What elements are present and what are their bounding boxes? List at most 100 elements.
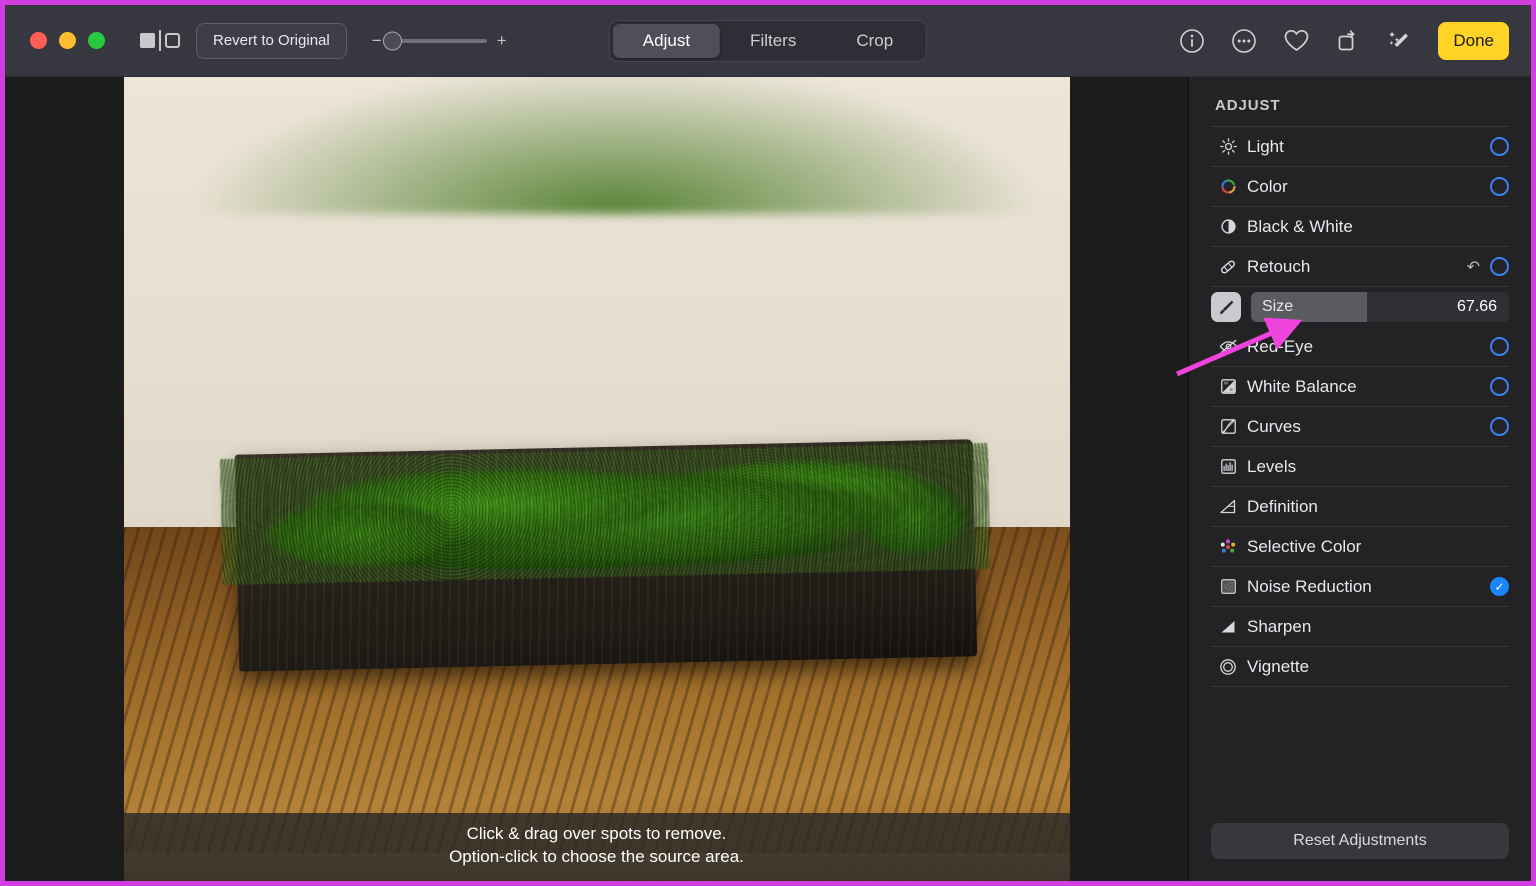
adjustment-row-curves[interactable]: › Curves (1211, 407, 1509, 447)
toggle-white-balance[interactable] (1490, 377, 1509, 396)
sun-icon (1215, 138, 1241, 155)
adjustment-row-definition[interactable]: › Definition (1211, 487, 1509, 527)
adjustment-label: Definition (1247, 496, 1318, 516)
toggle-red-eye[interactable] (1490, 337, 1509, 356)
adjustment-label: Selective Color (1247, 536, 1362, 556)
adjustment-row-red-eye[interactable]: › Red-Eye (1211, 327, 1509, 367)
tab-filters[interactable]: Filters (720, 24, 826, 58)
adjustment-label: Red-Eye (1247, 336, 1314, 356)
toolbar: Revert to Original − + Adjust Filters Cr… (5, 5, 1531, 77)
instruction-line-1: Click & drag over spots to remove. (466, 824, 727, 844)
toggle-noise-reduction[interactable]: ✓ (1490, 577, 1509, 596)
eye-slash-icon (1215, 339, 1241, 354)
favorite-heart-icon[interactable] (1282, 27, 1310, 55)
bandage-icon (1215, 258, 1241, 276)
zoom-track[interactable] (382, 31, 487, 50)
done-label: Done (1453, 30, 1494, 50)
adjustment-label: Noise Reduction (1247, 576, 1372, 596)
photo-image[interactable] (123, 77, 1070, 881)
adjustment-row-vignette[interactable]: › Vignette (1211, 647, 1509, 687)
compare-filled-square (140, 33, 155, 48)
toggle-color[interactable] (1490, 177, 1509, 196)
rotate-icon[interactable] (1334, 27, 1362, 55)
zoom-window-button[interactable] (88, 32, 105, 49)
panel-title: ADJUST (1215, 97, 1281, 114)
sharpen-icon (1215, 618, 1241, 635)
toggle-retouch[interactable] (1490, 257, 1509, 276)
noise-reduction-icon (1215, 578, 1241, 595)
split-compare-icon[interactable] (138, 26, 182, 56)
color-wheel-icon (1215, 178, 1241, 195)
tab-crop-label: Crop (856, 30, 894, 50)
toolbar-actions: Done (1178, 21, 1509, 60)
definition-icon (1215, 498, 1241, 515)
retouch-instructions: Click & drag over spots to remove. Optio… (123, 813, 1070, 881)
photo-frame[interactable]: Click & drag over spots to remove. Optio… (123, 77, 1070, 881)
photo-planter-box (220, 439, 991, 672)
reset-adjustments-button[interactable]: Reset Adjustments (1211, 823, 1509, 859)
photos-editor-window: Revert to Original − + Adjust Filters Cr… (5, 5, 1531, 881)
revert-label: Revert to Original (213, 32, 330, 49)
adjustment-row-sharpen[interactable]: › Sharpen (1211, 607, 1509, 647)
adjustment-label: Sharpen (1247, 616, 1312, 636)
zoom-out-icon[interactable]: − (371, 32, 383, 49)
adjustment-label: Retouch (1247, 256, 1311, 276)
adjustment-row-white-balance[interactable]: › WB White Balance (1211, 367, 1509, 407)
close-window-button[interactable] (30, 32, 47, 49)
photo-canvas: Click & drag over spots to remove. Optio… (5, 77, 1188, 881)
adjustment-label: Levels (1247, 456, 1297, 476)
zoom-slider[interactable]: − + (371, 31, 508, 50)
white-balance-icon: WB (1215, 378, 1241, 395)
adjustments-list: › Light › (1211, 127, 1509, 823)
svg-text:B: B (1230, 387, 1233, 392)
svg-text:W: W (1224, 381, 1228, 386)
zoom-knob[interactable] (382, 31, 402, 50)
adjustment-row-retouch[interactable]: ⌄ Retouch ↶ (1211, 247, 1509, 287)
instruction-line-2: Option-click to choose the source area. (449, 847, 744, 867)
adjustment-label: Curves (1247, 416, 1301, 436)
retouch-size-control: Size 67.66 (1211, 287, 1509, 327)
compare-outline-square (165, 33, 180, 48)
curves-icon (1215, 418, 1241, 435)
toggle-light[interactable] (1490, 137, 1509, 156)
tab-filters-label: Filters (750, 30, 797, 50)
photo-moss-highlight (199, 77, 1032, 214)
editor-body: Click & drag over spots to remove. Optio… (5, 77, 1531, 881)
adjustment-row-black-and-white[interactable]: › Black & White (1211, 207, 1509, 247)
adjustment-row-noise-reduction[interactable]: › Noise Reduction ✓ (1211, 567, 1509, 607)
revert-to-original-button[interactable]: Revert to Original (196, 22, 347, 59)
adjustment-row-levels[interactable]: › Levels (1211, 447, 1509, 487)
adjustment-label: White Balance (1247, 376, 1357, 396)
vignette-icon (1215, 658, 1241, 676)
info-icon[interactable] (1178, 27, 1206, 55)
window-controls (30, 32, 105, 49)
selective-color-icon (1215, 538, 1241, 556)
more-options-icon[interactable] (1230, 27, 1258, 55)
tab-crop[interactable]: Crop (826, 24, 923, 58)
edit-mode-tabs: Adjust Filters Crop (608, 19, 928, 62)
tab-adjust[interactable]: Adjust (612, 23, 721, 58)
adjustment-row-color[interactable]: › Color (1211, 167, 1509, 207)
half-circle-icon (1215, 218, 1241, 235)
compare-divider (159, 30, 161, 51)
tab-adjust-label: Adjust (642, 30, 691, 50)
adjustment-label: Light (1247, 136, 1284, 156)
reset-retouch-icon[interactable]: ↶ (1467, 257, 1480, 277)
adjustment-label: Vignette (1247, 656, 1310, 676)
sidebar-footer: Reset Adjustments (1211, 823, 1509, 881)
adjust-sidebar: ADJUST › Light › (1188, 77, 1531, 881)
zoom-in-icon[interactable]: + (496, 32, 508, 49)
adjustment-label: Color (1247, 176, 1288, 196)
minimize-window-button[interactable] (59, 32, 76, 49)
done-button[interactable]: Done (1438, 21, 1509, 60)
adjustment-row-selective-color[interactable]: › Selective Color (1211, 527, 1509, 567)
paintbrush-icon[interactable] (1211, 292, 1241, 322)
toggle-curves[interactable] (1490, 417, 1509, 436)
adjustment-label: Black & White (1247, 216, 1353, 236)
reset-adjustments-label: Reset Adjustments (1293, 832, 1427, 849)
size-slider-label: Size (1262, 298, 1294, 315)
size-slider[interactable]: Size 67.66 (1251, 292, 1509, 322)
auto-enhance-icon[interactable] (1386, 27, 1414, 55)
levels-icon (1215, 458, 1241, 475)
adjustment-row-light[interactable]: › Light (1211, 127, 1509, 167)
